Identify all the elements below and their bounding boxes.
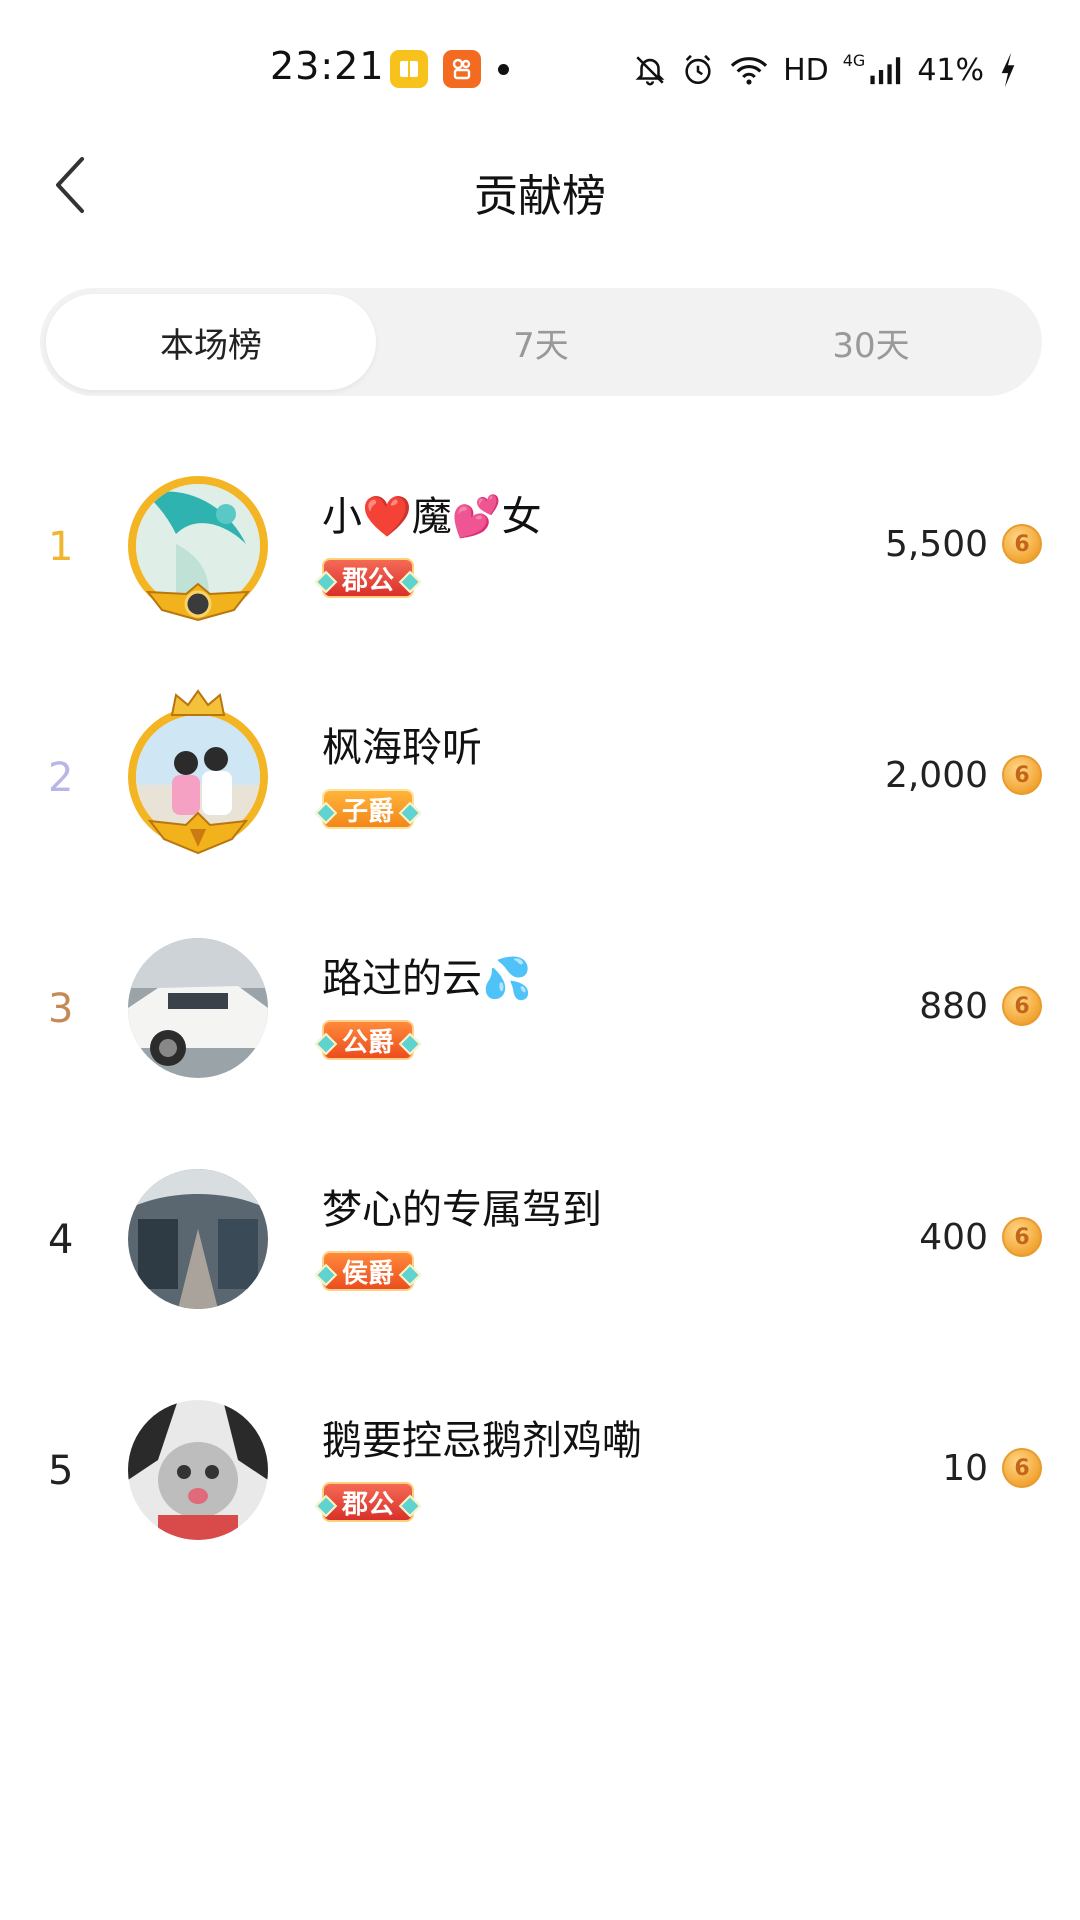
contribution-amount: 10 (942, 1448, 988, 1489)
contribution-amount: 400 (919, 1217, 988, 1258)
user-name: 枫海聆听 (322, 725, 482, 771)
page-header: 贡献榜 (0, 130, 1080, 240)
kuaishou-app-icon (443, 50, 481, 88)
ranking-row[interactable]: 2 枫海聆听 子爵 2,000 6 (0, 671, 1080, 902)
coin-icon: 6 (1002, 524, 1042, 564)
noble-badge: 郡公 (322, 1482, 414, 1522)
hd-label: HD (783, 52, 829, 88)
noble-badge: 公爵 (322, 1020, 414, 1060)
user-name: 路过的云💦 (322, 956, 532, 1002)
coin-icon: 6 (1002, 1448, 1042, 1488)
page-title: 贡献榜 (474, 171, 606, 222)
ranking-row[interactable]: 5 鹅要控忌鹅剂鸡嘞 郡公 10 6 (0, 1364, 1080, 1595)
user-name: 小❤️魔💕女 (322, 494, 542, 540)
bell-muted-icon (633, 53, 667, 87)
ranking-row[interactable]: 4 梦心的专属驾到 侯爵 400 6 (0, 1133, 1080, 1364)
gold-wings-icon (147, 811, 249, 855)
coin-icon: 6 (1002, 755, 1042, 795)
avatar[interactable] (128, 1400, 268, 1540)
dot-indicator (498, 64, 509, 75)
ranking-row[interactable]: 3 路过的云💦 公爵 880 6 (0, 902, 1080, 1133)
noble-badge: 子爵 (322, 789, 414, 829)
avatar-frame (120, 930, 276, 1086)
noble-badge: 侯爵 (322, 1251, 414, 1291)
avatar-frame (120, 689, 276, 855)
period-tabs: 本场榜 7天 30天 (40, 288, 1042, 396)
charging-icon (998, 51, 1018, 89)
status-time: 23:21 (270, 44, 385, 88)
rank-number: 3 (48, 986, 74, 1032)
noble-badge: 郡公 (322, 558, 414, 598)
rank-number: 4 (48, 1217, 74, 1263)
tab-current-session[interactable]: 本场榜 (46, 294, 376, 390)
rank-number: 2 (48, 755, 74, 801)
contribution-ranking-screen: 23:21 HD 4G 41% 贡献榜 本场榜 7天 30天 1 小❤️魔💕女 … (0, 0, 1080, 1920)
notification-app-icon (390, 50, 428, 88)
network-type: 4G (842, 50, 866, 70)
battery-percent: 41% (917, 52, 984, 88)
rank-number: 5 (48, 1448, 74, 1494)
rank-number: 1 (48, 524, 74, 570)
avatar-frame (120, 468, 276, 624)
user-name: 鹅要控忌鹅剂鸡嘞 (322, 1418, 642, 1464)
contribution-amount: 5,500 (884, 524, 988, 565)
avatar[interactable] (128, 1169, 268, 1309)
status-bar: 23:21 HD 4G 41% (0, 0, 1080, 110)
avatar-frame (120, 1392, 276, 1548)
coin-icon: 6 (1002, 1217, 1042, 1257)
user-name: 梦心的专属驾到 (322, 1187, 602, 1233)
contribution-amount: 880 (919, 986, 988, 1027)
signal-icon (869, 53, 903, 87)
tab-7-days[interactable]: 7天 (376, 294, 706, 390)
ranking-list: 1 小❤️魔💕女 郡公 5,500 6 2 枫海聆听 子爵 2,000 6 3 … (0, 440, 1080, 1595)
status-icons: HD 4G 41% (633, 48, 1018, 92)
avatar-frame (120, 1161, 276, 1317)
ranking-row[interactable]: 1 小❤️魔💕女 郡公 5,500 6 (0, 440, 1080, 671)
gold-wings-icon (145, 582, 251, 622)
coin-icon: 6 (1002, 986, 1042, 1026)
crown-icon (170, 689, 226, 716)
alarm-icon (681, 53, 715, 87)
contribution-amount: 2,000 (884, 755, 988, 796)
avatar[interactable] (128, 938, 268, 1078)
tab-30-days[interactable]: 30天 (706, 294, 1036, 390)
wifi-icon (729, 53, 769, 87)
